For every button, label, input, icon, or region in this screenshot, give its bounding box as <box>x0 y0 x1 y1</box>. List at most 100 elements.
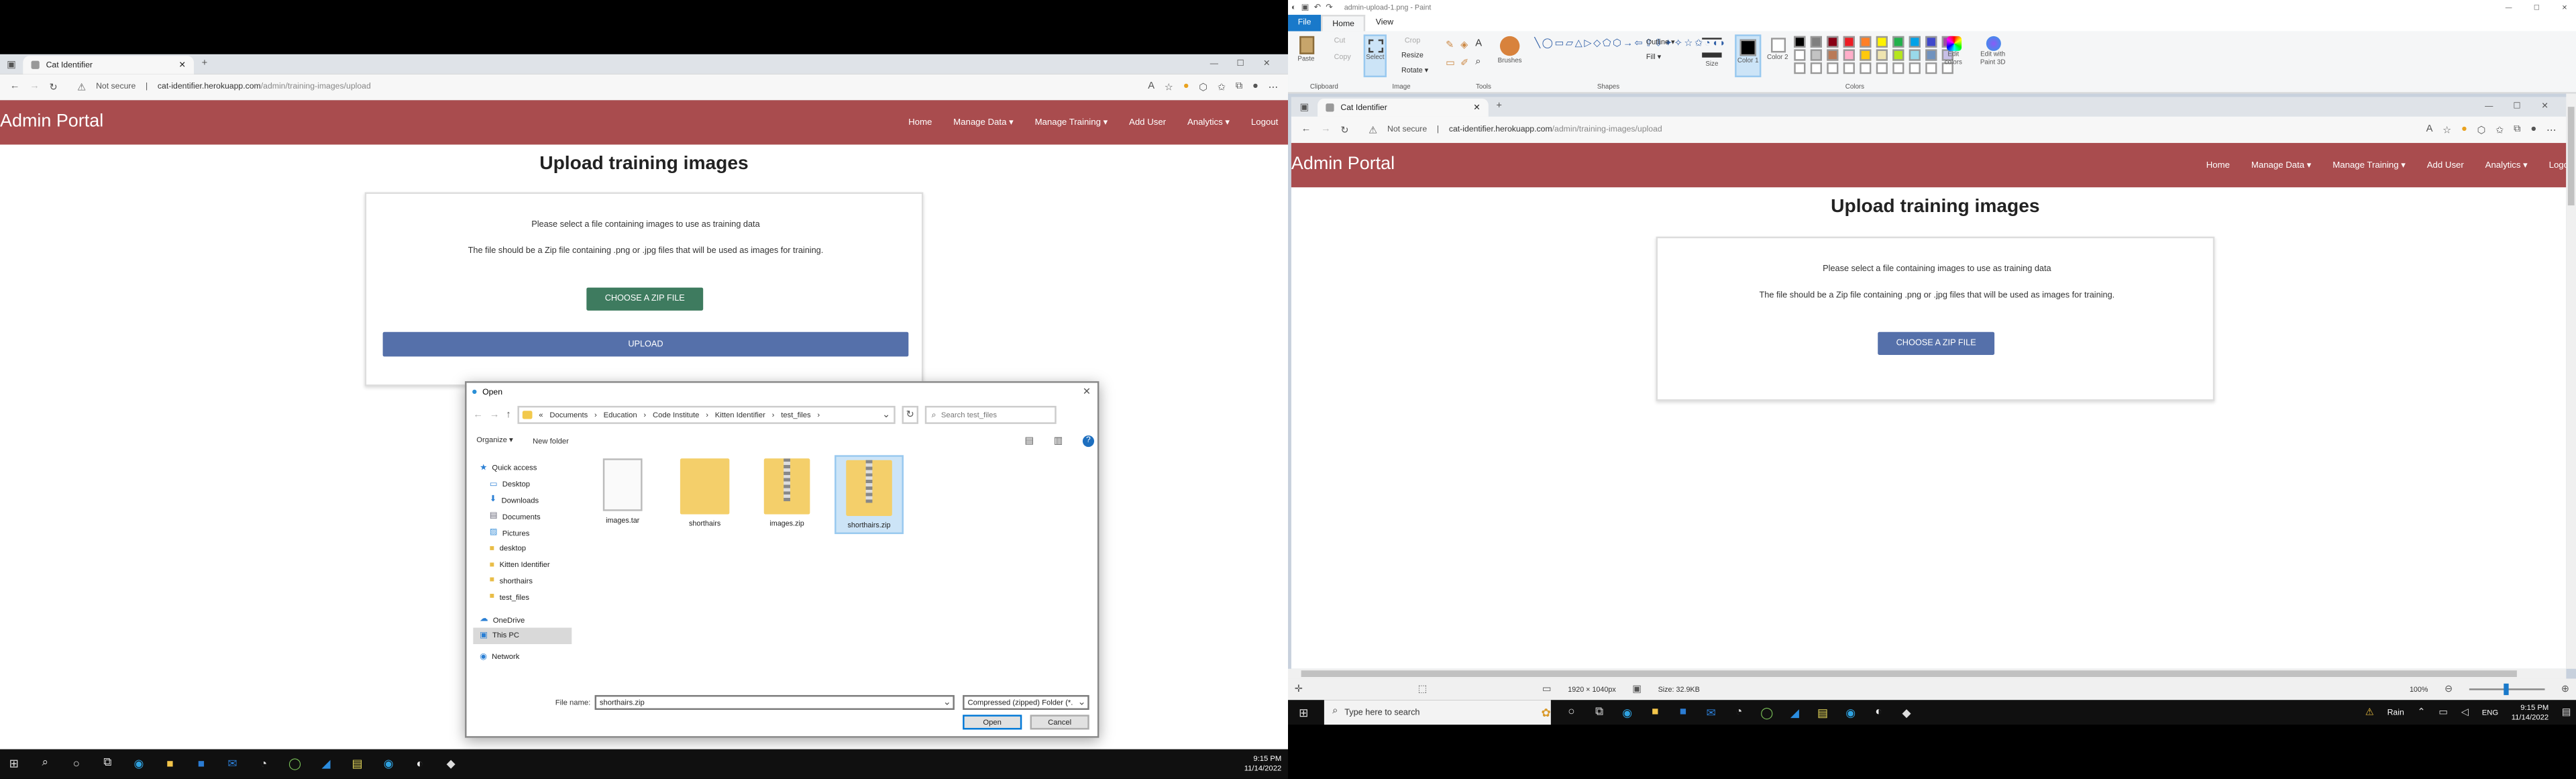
sidebar-item-this-pc[interactable]: ▣ This PC <box>473 627 572 644</box>
vscode-icon[interactable]: ◢ <box>1788 705 1803 720</box>
palette-swatch[interactable] <box>1892 49 1904 61</box>
upload-button[interactable]: UPLOAD <box>382 331 909 357</box>
minimize-icon[interactable]: — <box>2481 99 2497 115</box>
scrollbar-thumb[interactable] <box>1301 670 2517 677</box>
notepad-icon[interactable]: ▤ <box>350 757 365 772</box>
pencil-icon[interactable]: ✎ <box>1446 40 1460 58</box>
nav-add-user[interactable]: Add User <box>1129 117 1166 127</box>
network-tray-icon[interactable]: ▭ <box>2438 707 2448 719</box>
dialog-refresh-icon[interactable]: ↻ <box>902 405 918 424</box>
custom-color-slot[interactable] <box>1794 62 1806 74</box>
language-indicator[interactable]: ENG <box>2482 709 2498 717</box>
fill-button[interactable]: Fill ▾ <box>1646 52 1661 62</box>
dialog-breadcrumb[interactable]: « Documents › Education › Code Institute › … <box>517 405 896 424</box>
choose-zip-button[interactable]: CHOOSE A ZIP FILE <box>586 287 704 311</box>
breadcrumb-kitten-identifier[interactable]: Kitten Identifier <box>715 411 765 419</box>
vscode-icon[interactable]: ◢ <box>319 757 333 772</box>
palette-swatch[interactable] <box>1810 36 1822 48</box>
palette-swatch[interactable] <box>1860 49 1872 61</box>
start-button-icon[interactable]: ⊞ <box>7 757 21 772</box>
nav-add-user[interactable]: Add User <box>2427 160 2464 170</box>
palette-swatch[interactable] <box>1843 36 1855 48</box>
filename-dropdown-icon[interactable]: ⌄ <box>941 696 953 709</box>
read-aloud-icon[interactable]: A <box>2426 125 2433 135</box>
organize-menu[interactable]: Organize ▾ <box>476 435 513 446</box>
tray-chevron-icon[interactable]: ⌃ <box>2417 707 2425 719</box>
sidebar-item-desktop[interactable]: ▭ Desktop <box>473 476 572 492</box>
nav-logout[interactable]: Logout <box>1251 117 1278 127</box>
palette-swatch[interactable] <box>1892 36 1904 48</box>
dialog-search-box[interactable]: ⌕ Search test_files <box>924 405 1057 424</box>
back-icon[interactable]: ← <box>1301 125 1311 135</box>
weather-icon[interactable]: ⚠ <box>2365 707 2374 719</box>
more-menu-icon[interactable]: ⋯ <box>1269 81 1279 93</box>
maximize-icon[interactable]: ☐ <box>1232 56 1248 72</box>
tab-file[interactable]: File <box>1288 15 1322 32</box>
nav-manage-training[interactable]: Manage Training ▾ <box>2332 160 2406 170</box>
help-icon[interactable]: ? <box>1082 434 1095 446</box>
settings-icon[interactable]: ⬡ <box>2477 124 2486 136</box>
palette-swatch[interactable] <box>1794 49 1806 61</box>
cancel-button[interactable]: Cancel <box>1030 715 1089 730</box>
palette-swatch[interactable] <box>1827 36 1839 48</box>
breadcrumb-code-institute[interactable]: Code Institute <box>653 411 699 419</box>
url-field[interactable]: cat-identifier.herokuapp.com/admin/train… <box>158 82 371 92</box>
refresh-icon[interactable]: ↻ <box>1340 124 1348 136</box>
taskbar-search-box[interactable]: ⌕ Type here to search ✿ <box>1324 700 1551 725</box>
favorites-icon[interactable]: ✩ <box>1218 81 1226 93</box>
zoom-out-icon[interactable]: ⊖ <box>2445 684 2453 695</box>
file-item[interactable]: shorthairs <box>670 455 739 531</box>
edit-colors-button[interactable]: Edit colors <box>1939 36 1968 66</box>
scrollbar-thumb[interactable] <box>2567 107 2575 206</box>
palette-swatch[interactable] <box>1860 36 1872 48</box>
paint-icon[interactable]: ◐ <box>413 757 427 772</box>
more-menu-icon[interactable]: ⋯ <box>2546 124 2557 136</box>
crop-button[interactable]: Crop <box>1405 36 1420 44</box>
app-icon[interactable]: ◯ <box>288 757 303 772</box>
select-button[interactable]: Select <box>1363 34 1387 78</box>
nav-analytics[interactable]: Analytics ▾ <box>1187 117 1230 127</box>
maximize-icon[interactable]: ☐ <box>2509 99 2525 115</box>
app-icon[interactable]: ◯ <box>1760 705 1774 720</box>
custom-color-slot[interactable] <box>1909 62 1921 74</box>
collections-icon[interactable]: ⧉ <box>2514 124 2521 136</box>
close-tab-icon[interactable]: ✕ <box>178 60 185 70</box>
right-browser-tab[interactable]: Cat Identifier ✕ <box>1318 98 1489 117</box>
paste-button[interactable]: Paste <box>1295 36 1318 79</box>
forward-icon[interactable]: → <box>30 82 40 92</box>
custom-color-slot[interactable] <box>1925 62 1937 74</box>
minimize-icon[interactable]: — <box>2497 3 2520 11</box>
nav-manage-data[interactable]: Manage Data ▾ <box>2251 160 2312 170</box>
app-icon[interactable]: ◔ <box>1731 705 1746 720</box>
file-item[interactable]: images.tar <box>588 455 657 527</box>
palette-swatch[interactable] <box>1827 49 1839 61</box>
new-tab-icon[interactable]: + <box>197 56 212 72</box>
edge-icon[interactable]: ◉ <box>1620 705 1635 720</box>
color2-button[interactable]: Color 2 <box>1764 34 1790 77</box>
copy-button[interactable]: Copy <box>1334 52 1351 60</box>
sidebar-item-downloads[interactable]: ⬇ Downloads <box>473 492 572 509</box>
url-field[interactable]: cat-identifier.herokuapp.com/admin/train… <box>1449 125 1662 135</box>
maximize-icon[interactable]: ☐ <box>2525 3 2548 11</box>
undo-icon[interactable]: ↶ <box>1314 3 1321 13</box>
left-clock[interactable]: 9:15 PM 11/14/2022 <box>1244 754 1281 774</box>
palette-swatch[interactable] <box>1925 36 1937 48</box>
sidebar-item-desktop[interactable]: ■ desktop <box>473 541 572 557</box>
settings-icon[interactable]: ⬡ <box>1199 81 1208 93</box>
sidebar-item-test_files[interactable]: ■ test_files <box>473 589 572 605</box>
favorite-star-icon[interactable]: ☆ <box>1165 81 1173 93</box>
custom-color-slot[interactable] <box>1810 62 1822 74</box>
dialog-up-icon[interactable]: ↑ <box>506 410 511 420</box>
file-item[interactable]: shorthairs.zip <box>835 455 904 534</box>
vertical-scrollbar[interactable] <box>2566 93 2576 669</box>
breadcrumb-education[interactable]: Education <box>604 411 637 419</box>
filetype-select[interactable]: Compressed (zipped) Folder (*. ⌄ <box>963 694 1089 710</box>
task-view-icon[interactable]: ⧉ <box>100 757 115 772</box>
tab-home[interactable]: Home <box>1321 15 1366 32</box>
mail-icon[interactable]: ✉ <box>1704 705 1719 720</box>
palette-swatch[interactable] <box>1794 36 1806 48</box>
edge-icon[interactable]: ◉ <box>1843 705 1858 720</box>
palette-swatch[interactable] <box>1876 36 1888 48</box>
custom-color-slot[interactable] <box>1860 62 1872 74</box>
tab-actions-icon[interactable]: ▣ <box>5 58 18 71</box>
